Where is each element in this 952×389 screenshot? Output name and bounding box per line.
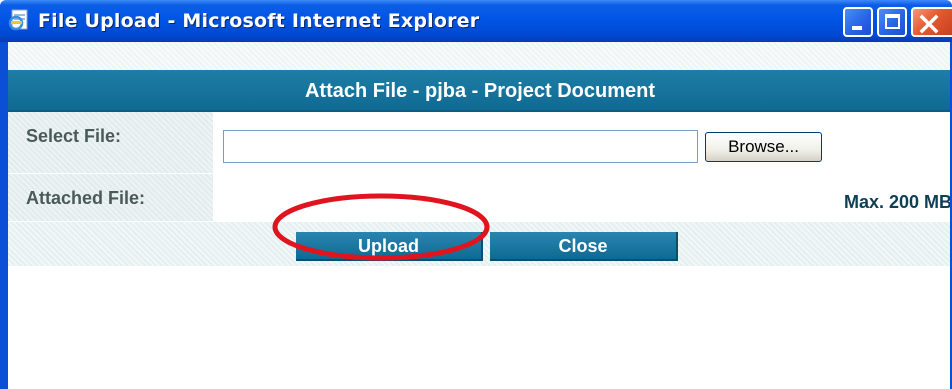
select-file-value-cell: Browse... xyxy=(213,112,952,174)
close-icon xyxy=(919,14,939,34)
file-path-input[interactable] xyxy=(223,130,698,163)
close-button[interactable]: Close xyxy=(490,232,678,261)
close-window-button[interactable] xyxy=(911,7,952,37)
minimize-icon xyxy=(852,26,862,30)
attached-file-label-cell: Attached File: xyxy=(8,174,213,222)
select-file-row: Select File: Browse... xyxy=(8,112,952,174)
select-file-label-cell: Select File: xyxy=(8,112,213,174)
attached-file-row: Attached File: Max. 200 MB xyxy=(8,174,952,222)
attached-file-label: Attached File: xyxy=(26,188,146,208)
dialog-header: Attach File - pjba - Project Document xyxy=(8,70,952,112)
action-button-row: Upload Close xyxy=(8,222,952,266)
top-strip xyxy=(8,42,952,70)
browse-button[interactable]: Browse... xyxy=(705,132,822,162)
minimize-button[interactable] xyxy=(843,7,873,37)
max-size-note: Max. 200 MB xyxy=(843,192,952,212)
dialog-content: Attach File - pjba - Project Document Se… xyxy=(8,42,952,389)
dialog-title: Attach File - pjba - Project Document xyxy=(304,80,656,102)
window-title: File Upload - Microsoft Internet Explore… xyxy=(38,10,480,32)
window-titlebar[interactable]: File Upload - Microsoft Internet Explore… xyxy=(0,0,952,42)
maximize-button[interactable] xyxy=(877,7,907,37)
maximize-icon xyxy=(885,14,900,29)
ie-page-icon xyxy=(8,8,32,32)
attached-file-value-cell: Max. 200 MB xyxy=(213,174,952,222)
select-file-label: Select File: xyxy=(26,126,122,146)
window-frame-left xyxy=(0,42,8,389)
upload-button[interactable]: Upload xyxy=(296,232,483,261)
